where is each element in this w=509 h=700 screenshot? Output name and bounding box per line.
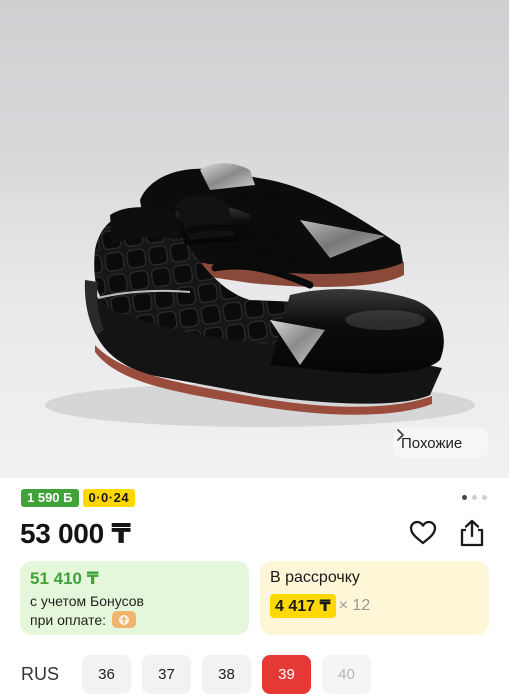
installment-badge: 0·0·24 <box>82 489 136 507</box>
gallery-pagination <box>462 495 487 500</box>
bonus-payment-label: при оплате: <box>30 611 107 628</box>
size-option[interactable]: 38 <box>202 655 251 694</box>
installment-amount: 4 417 ₸ <box>270 594 336 618</box>
payment-method-icon <box>112 611 137 628</box>
product-image[interactable]: Похожие <box>0 0 509 478</box>
promo-badges: 1 590 Б 0·0·24 <box>21 489 136 507</box>
chevron-right-icon <box>397 429 404 441</box>
bonus-price: 51 410 ₸ <box>30 569 99 588</box>
size-option[interactable]: 37 <box>142 655 191 694</box>
bonus-badge: 1 590 Б <box>21 489 79 507</box>
similar-button[interactable]: Похожие <box>393 428 488 458</box>
heart-icon[interactable] <box>408 518 438 548</box>
sneaker-photo <box>45 163 475 427</box>
installment-card[interactable]: В рассрочку 4 417 ₸ × 12 <box>260 561 489 635</box>
installment-title: В рассрочку <box>270 569 360 586</box>
size-system-label[interactable]: RUS <box>21 664 59 685</box>
gallery-dot <box>482 495 487 500</box>
size-option-selected[interactable]: 39 <box>262 655 311 694</box>
share-icon[interactable] <box>457 518 487 548</box>
size-option[interactable]: 36 <box>82 655 131 694</box>
bonus-note: с учетом Бонусов <box>30 593 144 609</box>
installment-months: × 12 <box>338 597 371 614</box>
gallery-dot <box>462 495 467 500</box>
installment-row: 4 417 ₸ × 12 <box>270 594 479 618</box>
similar-label: Похожие <box>401 434 463 452</box>
bonus-payment-row: при оплате: <box>30 611 239 628</box>
size-option-disabled: 40 <box>322 655 371 694</box>
bonus-price-card[interactable]: 51 410 ₸ с учетом Бонусов при оплате: <box>20 561 249 635</box>
size-selector: 36 37 38 39 40 <box>82 655 371 694</box>
gallery-dot <box>472 495 477 500</box>
product-price: 53 000 ₸ <box>20 518 131 549</box>
